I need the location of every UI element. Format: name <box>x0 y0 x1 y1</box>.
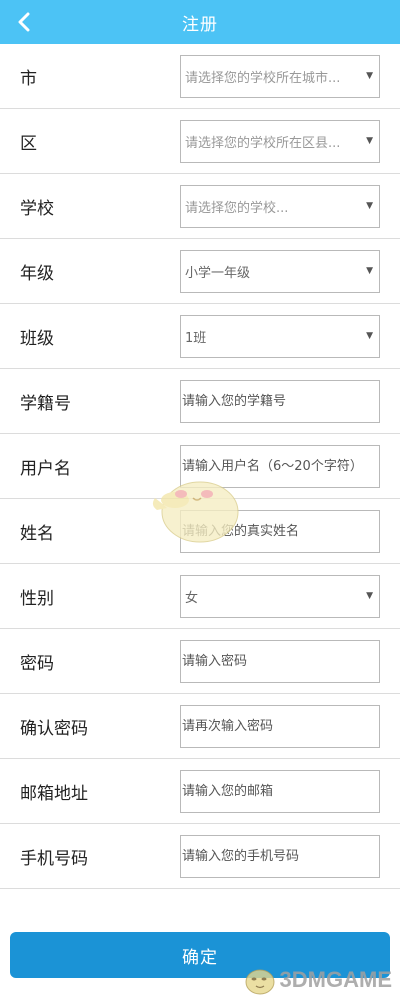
dropdown-select[interactable]: 1班 ▼ <box>180 314 380 358</box>
form-row: 区 请选择您的学校所在区县... ▼ <box>0 109 400 174</box>
text-field-container <box>180 769 380 813</box>
text-field-container <box>180 639 380 683</box>
text-input[interactable] <box>181 380 379 422</box>
field-label: 手机号码 <box>20 848 88 869</box>
text-field-container <box>180 379 380 423</box>
text-field-container <box>180 509 380 553</box>
text-input[interactable] <box>181 510 379 552</box>
confirm-button[interactable]: 确定 <box>10 932 390 978</box>
select-value: 女 <box>185 590 199 606</box>
app-header: 注册 <box>0 0 400 44</box>
triangle-down-icon: ▼ <box>366 591 373 601</box>
text-input[interactable] <box>181 445 379 487</box>
dropdown-select[interactable]: 请选择您的学校所在城市... ▼ <box>180 54 380 98</box>
select-value: 请选择您的学校所在区县... <box>185 135 341 151</box>
field-label: 学校 <box>20 198 54 219</box>
field-label: 区 <box>20 133 37 154</box>
field-label: 性别 <box>20 588 54 609</box>
text-input[interactable] <box>181 705 379 747</box>
triangle-down-icon: ▼ <box>366 266 373 276</box>
dropdown-select[interactable]: 请选择您的学校所在区县... ▼ <box>180 119 380 163</box>
form-row: 学校 请选择您的学校... ▼ <box>0 174 400 239</box>
select-value: 1班 <box>185 330 207 346</box>
field-label: 确认密码 <box>20 718 88 739</box>
field-label: 年级 <box>20 263 54 284</box>
text-input[interactable] <box>181 640 379 682</box>
text-field-container <box>180 834 380 878</box>
back-button[interactable] <box>6 0 42 44</box>
registration-form: 市 请选择您的学校所在城市... ▼ 区 请选择您的学校所在区县... ▼ 学校 请选择您的学… <box>0 44 400 889</box>
dropdown-select[interactable]: 请选择您的学校... ▼ <box>180 184 380 228</box>
form-row: 年级 小学一年级 ▼ <box>0 239 400 304</box>
submit-area: 确定 <box>10 932 390 978</box>
triangle-down-icon: ▼ <box>366 136 373 146</box>
field-label: 姓名 <box>20 523 54 544</box>
page-title: 注册 <box>182 14 218 35</box>
text-field-container <box>180 704 380 748</box>
form-row: 性别女 ▼ <box>0 564 400 629</box>
text-field-container <box>180 444 380 488</box>
form-row: 用户名 <box>0 434 400 499</box>
text-input[interactable] <box>181 770 379 812</box>
form-row: 学籍号 <box>0 369 400 434</box>
chevron-left-icon <box>18 12 30 32</box>
select-value: 请选择您的学校... <box>185 200 289 216</box>
text-input[interactable] <box>181 835 379 877</box>
select-value: 小学一年级 <box>185 265 251 281</box>
field-label: 邮箱地址 <box>20 783 88 804</box>
select-value: 请选择您的学校所在城市... <box>185 70 341 86</box>
field-label: 学籍号 <box>20 393 71 414</box>
triangle-down-icon: ▼ <box>366 71 373 81</box>
form-row: 手机号码 <box>0 824 400 889</box>
field-label: 班级 <box>20 328 54 349</box>
form-row: 密码 <box>0 629 400 694</box>
field-label: 用户名 <box>20 458 71 479</box>
triangle-down-icon: ▼ <box>366 331 373 341</box>
dropdown-select[interactable]: 小学一年级 ▼ <box>180 249 380 293</box>
form-row: 确认密码 <box>0 694 400 759</box>
field-label: 市 <box>20 68 37 89</box>
form-row: 邮箱地址 <box>0 759 400 824</box>
triangle-down-icon: ▼ <box>366 201 373 211</box>
dropdown-select[interactable]: 女 ▼ <box>180 574 380 618</box>
form-row: 班级 1班 ▼ <box>0 304 400 369</box>
field-label: 密码 <box>20 653 54 674</box>
form-row: 市 请选择您的学校所在城市... ▼ <box>0 44 400 109</box>
form-row: 姓名 <box>0 499 400 564</box>
